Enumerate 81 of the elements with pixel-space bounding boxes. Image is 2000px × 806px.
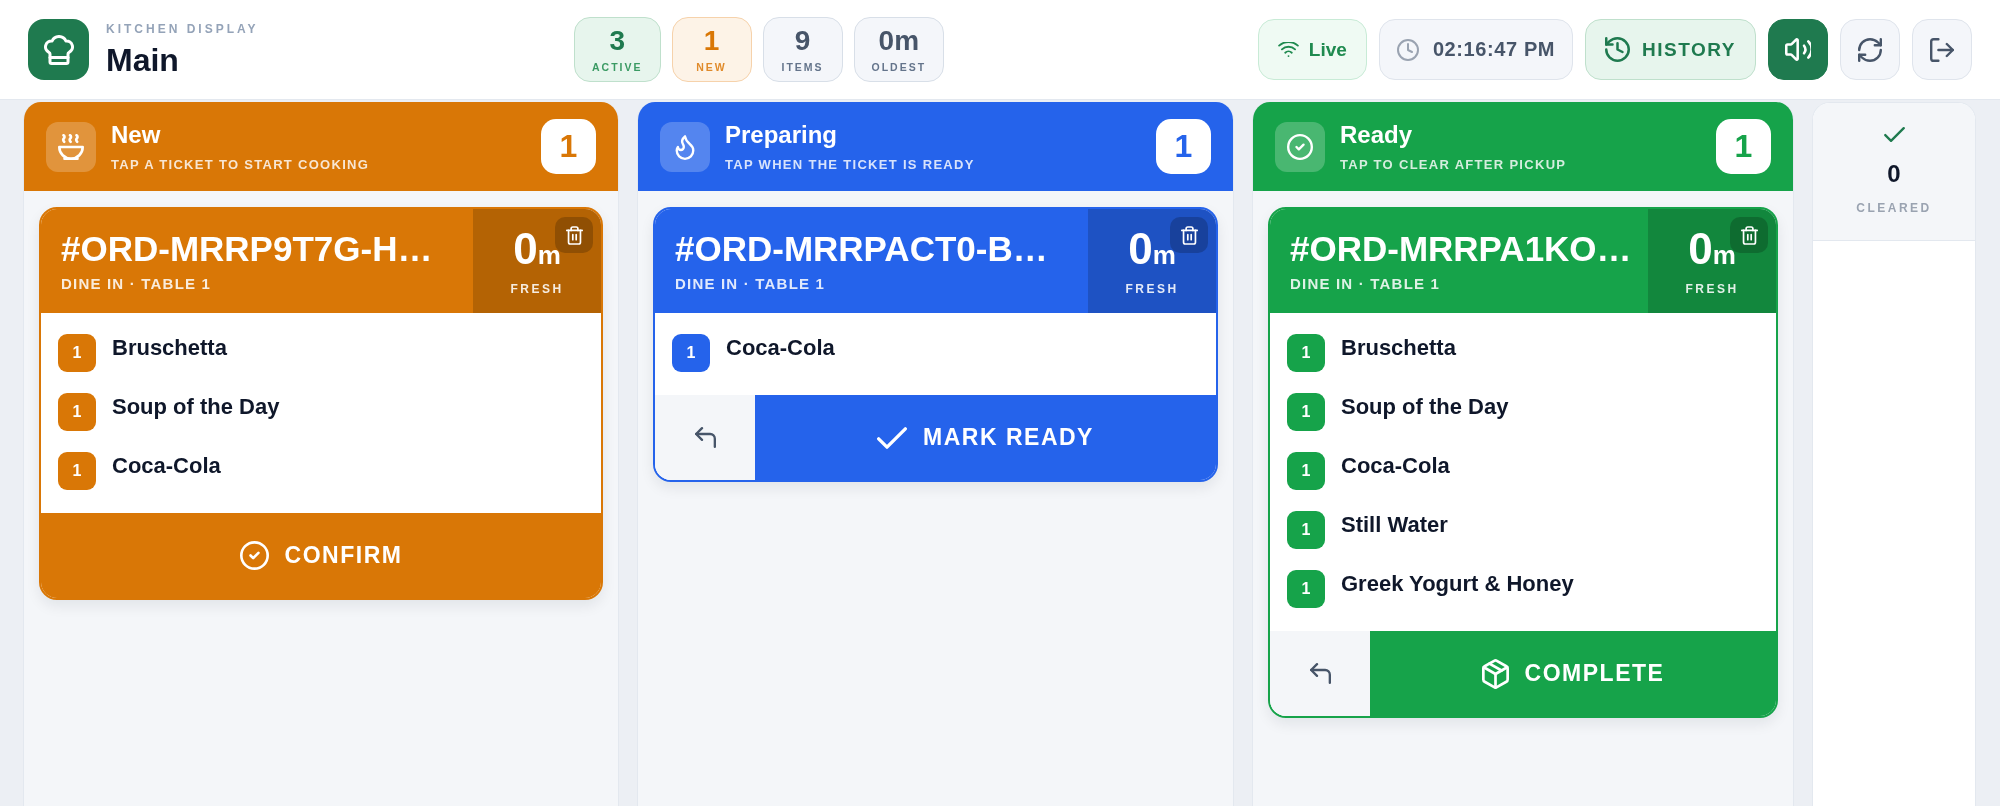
column-title: Ready [1340,120,1414,149]
refresh-icon [1858,37,1882,62]
trash-icon [1180,225,1198,245]
quantity-badge: 1 [58,393,96,431]
age-value: 0m [513,226,561,275]
check-circle-icon [239,541,269,570]
order-meta: DINE IN · TABLE 1 [61,275,213,293]
chef-hat-icon [28,19,89,80]
undo-arrow-icon [1309,663,1331,684]
age-value: 0m [1128,226,1176,275]
flame-icon [660,121,710,172]
mark-ready-button[interactable]: MARK READY [755,395,1216,480]
stat-value: 0m [878,26,920,56]
age-value: 0m [1688,226,1736,275]
history-button[interactable]: HISTORY [1585,19,1756,80]
item-name: Coca-Cola [1341,452,1450,480]
stat-value: 3 [609,26,626,56]
soup-bowl-icon [46,121,96,172]
stat-label: OLDEST [871,61,927,73]
undo-arrow-icon [694,427,716,448]
cleared-count: 0 [1887,160,1901,188]
check-icon [877,426,908,449]
count-badge: 1 [1716,119,1771,174]
quantity-badge: 1 [1287,511,1325,549]
quantity-badge: 1 [1287,570,1325,608]
order-number: #ORD-MRRPA1KO… [1290,229,1633,269]
item-name: Bruschetta [112,334,227,362]
station-title: Main [106,41,180,78]
quantity-badge: 1 [58,452,96,490]
item-name: Coca-Cola [112,452,221,480]
quantity-badge: 1 [1287,393,1325,431]
sound-button[interactable] [1768,19,1828,80]
trash-icon [1740,225,1758,245]
stat-label: ITEMS [781,61,824,73]
stat-value: 9 [794,26,811,56]
count-badge: 1 [541,119,596,174]
count-badge: 1 [1156,119,1211,174]
logout-icon [1930,37,1954,62]
cleared-label: CLEARED [1856,201,1932,215]
logout-button[interactable] [1912,19,1972,80]
column-subtitle: TAP WHEN THE TICKET IS READY [725,156,976,173]
column-title: New [111,120,162,149]
age-label: FRESH [1685,282,1739,296]
clock-time: 02:16:47 PM [1432,38,1556,61]
order-meta: DINE IN · TABLE 1 [675,275,827,293]
order-meta: DINE IN · TABLE 1 [1290,275,1442,293]
item-name: Soup of the Day [1341,393,1509,421]
order-number: #ORD-MRRPACT0-B… [675,229,1049,269]
check-icon [1883,127,1905,142]
trash-icon [565,225,583,245]
quantity-badge: 1 [1287,452,1325,490]
stat-label: NEW [696,61,727,73]
ticket-card[interactable]: #ORD-MRRP9T7G-H… DINE IN · TABLE 1 0m FRESH 1 Bruschetta 1 Soup of the Day 1 Coca-Cola CONFIRM [39,207,603,600]
item-name: Coca-Cola [726,334,835,362]
clock-icon [1396,38,1419,61]
order-number: #ORD-MRRP9T7G-H… [61,229,434,269]
box-icon [1481,658,1509,689]
item-name: Bruschetta [1341,334,1456,362]
ticket-card[interactable]: #ORD-MRRPA1KO… DINE IN · TABLE 1 0m FRESH 1 Bruschetta 1 Soup of the Day 1 Coca-Cola 1 Still Water 1 Greek Yogurt & Honey COMPLETE [1268,207,1778,718]
app-label: KITCHEN DISPLAY [106,21,259,36]
speaker-icon [1785,38,1811,61]
age-label: FRESH [1125,282,1179,296]
stat-label: ACTIVE [592,61,643,73]
quantity-badge: 1 [1287,334,1325,372]
quantity-badge: 1 [58,334,96,372]
item-name: Soup of the Day [112,393,280,421]
item-name: Still Water [1341,511,1448,539]
wifi-icon [1277,42,1299,57]
quantity-badge: 1 [672,334,710,372]
column-subtitle: TAP TO CLEAR AFTER PICKUP [1340,156,1568,173]
live-label: Live [1308,38,1347,61]
item-name: Greek Yogurt & Honey [1341,570,1574,598]
complete-button[interactable]: COMPLETE [1370,631,1776,716]
ticket-card[interactable]: #ORD-MRRPACT0-B… DINE IN · TABLE 1 0m FRESH 1 Coca-Cola MARK READY [653,207,1218,482]
column-title: Preparing [725,120,839,149]
age-label: FRESH [510,282,564,296]
stat-value: 1 [703,26,720,56]
refresh-button[interactable] [1840,19,1900,80]
history-icon [1605,37,1631,62]
confirm-button[interactable]: CONFIRM [41,513,601,598]
column-subtitle: TAP A TICKET TO START COOKING [111,156,371,173]
